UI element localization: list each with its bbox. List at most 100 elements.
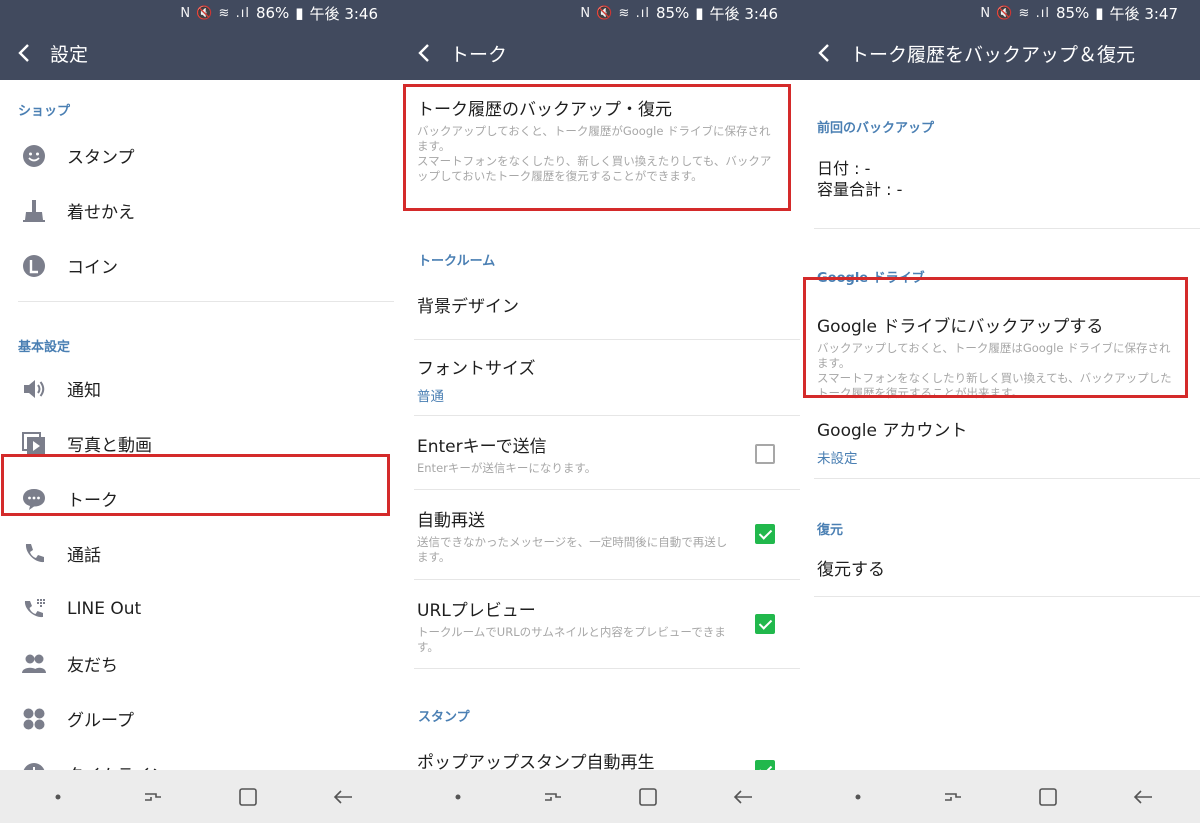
- section-last-backup: 前回のバックアップ: [817, 121, 935, 136]
- backup-total-size: 容量合計 : -: [817, 180, 903, 199]
- system-nav-bar: [0, 770, 400, 823]
- menu-item-label: スタンプ: [67, 148, 135, 168]
- menu-item-notifications[interactable]: 通知: [0, 361, 400, 416]
- auto-resend-checkbox[interactable]: [755, 524, 775, 544]
- page-title: トーク: [450, 43, 508, 66]
- recents-icon: [544, 792, 561, 801]
- clock-icon: [20, 760, 48, 770]
- menu-item-coin[interactable]: コイン: [0, 238, 400, 293]
- popup-stamp-item[interactable]: ポップアップスタンプ自動再生: [400, 725, 800, 770]
- status-icons: N 🔇 ≋ .ıl: [580, 5, 650, 21]
- font-size-item[interactable]: フォントサイズ 普通: [400, 340, 800, 415]
- highlight-box-google-drive: [803, 277, 1188, 398]
- back-nav-icon: [1133, 789, 1152, 804]
- item-value: 普通: [417, 389, 444, 405]
- item-title: URLプレビュー: [417, 601, 536, 621]
- restore-item[interactable]: 復元する: [800, 538, 1200, 596]
- status-bar: N 🔇 ≋ .ıl 85% ▮ 午後 3:47: [800, 0, 1200, 26]
- section-talkroom: トークルーム: [418, 254, 496, 269]
- dot-icon: [455, 794, 460, 799]
- item-title: 背景デザイン: [417, 296, 519, 317]
- back-button[interactable]: [0, 26, 48, 80]
- section-basic-settings: 基本設定: [18, 340, 71, 355]
- backup-restore-screen: N 🔇 ≋ .ıl 85% ▮ 午後 3:47 トーク履歴をバックアップ＆復元 …: [800, 0, 1200, 823]
- line-out-icon: [20, 595, 48, 623]
- clock-time: 午後 3:46: [709, 4, 778, 23]
- menu-item-groups[interactable]: グループ: [0, 691, 400, 746]
- status-icons: N 🔇 ≋ .ıl: [180, 5, 250, 21]
- menu-item-label: 写真と動画: [67, 436, 152, 456]
- section-restore: 復元: [817, 523, 844, 538]
- last-backup-info: 日付 : - 容量合計 : -: [800, 136, 1200, 228]
- item-title: Google アカウント: [817, 421, 968, 441]
- menu-item-calls[interactable]: 通話: [0, 526, 400, 581]
- smiley-icon: [20, 142, 48, 170]
- battery-icon: ▮: [295, 4, 304, 22]
- menu-item-timeline[interactable]: タイムライン: [0, 746, 400, 770]
- back-nav-icon: [733, 789, 752, 804]
- background-design-item[interactable]: 背景デザイン: [400, 269, 800, 339]
- enter-send-checkbox[interactable]: [755, 444, 775, 464]
- battery-icon: ▮: [1095, 4, 1104, 22]
- menu-item-label: タイムライン: [67, 761, 168, 770]
- dot-icon: [55, 794, 60, 799]
- nav-back-button[interactable]: [1129, 783, 1157, 811]
- coin-icon: [20, 252, 48, 280]
- item-description: トークルームでURLのサムネイルと内容をプレビューできます。: [417, 625, 726, 654]
- nav-dot-button[interactable]: [444, 783, 472, 811]
- clock-time: 午後 3:46: [309, 4, 378, 23]
- item-value: 未設定: [817, 451, 858, 467]
- item-title: Enterキーで送信: [417, 437, 547, 457]
- battery-level: 85%: [655, 4, 690, 22]
- menu-item-line-out[interactable]: LINE Out: [0, 581, 400, 636]
- menu-item-label: コイン: [67, 258, 118, 278]
- system-nav-bar: [400, 770, 800, 823]
- nav-dot-button[interactable]: [44, 783, 72, 811]
- item-title: ポップアップスタンプ自動再生: [417, 753, 655, 770]
- nav-recents-button[interactable]: [939, 783, 967, 811]
- nav-dot-button[interactable]: [844, 783, 872, 811]
- home-square-icon: [1038, 787, 1057, 806]
- nav-home-button[interactable]: [234, 783, 262, 811]
- home-square-icon: [238, 787, 257, 806]
- auto-resend-item[interactable]: 自動再送 送信できなかったメッセージを、一定時間後に自動で再送します。: [400, 490, 800, 579]
- menu-item-stamp[interactable]: スタンプ: [0, 128, 400, 183]
- back-button[interactable]: [400, 26, 448, 80]
- nav-recents-button[interactable]: [139, 783, 167, 811]
- menu-item-theme[interactable]: 着せかえ: [0, 183, 400, 238]
- nav-back-button[interactable]: [729, 783, 757, 811]
- nav-home-button[interactable]: [634, 783, 662, 811]
- nav-home-button[interactable]: [1034, 783, 1062, 811]
- status-bar: N 🔇 ≋ .ıl 86% ▮ 午後 3:46: [0, 0, 400, 26]
- item-title: 自動再送: [417, 511, 485, 531]
- item-description: 送信できなかったメッセージを、一定時間後に自動で再送します。: [417, 535, 728, 564]
- battery-icon: ▮: [695, 4, 704, 22]
- menu-item-label: 着せかえ: [67, 203, 135, 223]
- divider: [814, 596, 1200, 597]
- back-arrow-icon: [18, 44, 29, 62]
- page-title: トーク履歴をバックアップ＆復元: [850, 43, 1136, 66]
- menu-item-label: 友だち: [67, 656, 118, 676]
- menu-item-friends[interactable]: 友だち: [0, 636, 400, 691]
- system-nav-bar: [800, 770, 1200, 823]
- recents-icon: [144, 792, 161, 801]
- phone-icon: [20, 540, 48, 568]
- dot-icon: [855, 794, 860, 799]
- settings-screen: N 🔇 ≋ .ıl 86% ▮ 午後 3:46 設定 ショップ スタンプ 着せか…: [0, 0, 400, 823]
- highlight-box-talk: [1, 454, 390, 516]
- url-preview-checkbox[interactable]: [755, 614, 775, 634]
- google-account-item[interactable]: Google アカウント 未設定: [800, 410, 1200, 478]
- back-arrow-icon: [818, 44, 829, 62]
- url-preview-item[interactable]: URLプレビュー トークルームでURLのサムネイルと内容をプレビューできます。: [400, 580, 800, 668]
- backup-date: 日付 : -: [817, 159, 871, 178]
- section-shop: ショップ: [18, 104, 71, 119]
- paintbrush-icon: [20, 197, 48, 225]
- enter-send-item[interactable]: Enterキーで送信 Enterキーが送信キーになります。: [400, 416, 800, 489]
- menu-item-label: 通話: [67, 546, 101, 566]
- nav-back-button[interactable]: [329, 783, 357, 811]
- talk-settings-screen: N 🔇 ≋ .ıl 85% ▮ 午後 3:46 トーク トーク履歴のバックアップ…: [400, 0, 800, 823]
- nav-recents-button[interactable]: [539, 783, 567, 811]
- popup-stamp-checkbox[interactable]: [755, 760, 775, 770]
- back-button[interactable]: [800, 26, 848, 80]
- item-description: Enterキーが送信キーになります。: [417, 461, 597, 475]
